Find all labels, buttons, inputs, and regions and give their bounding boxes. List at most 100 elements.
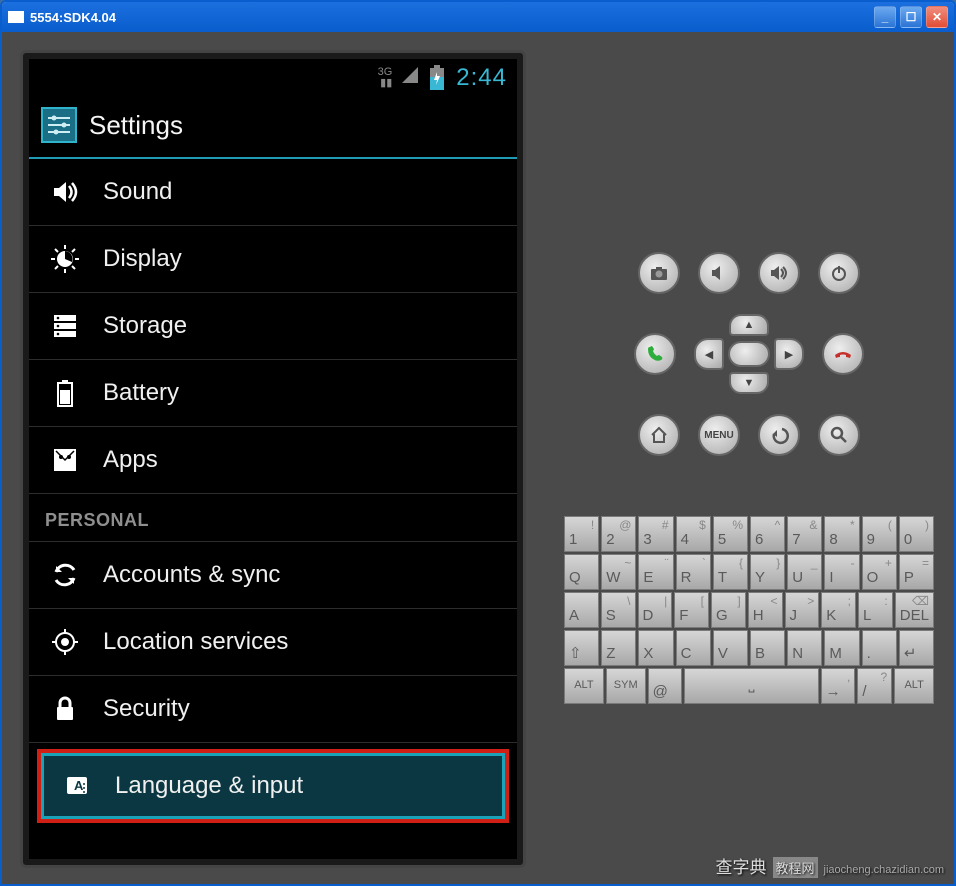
key-v[interactable]: V: [713, 630, 748, 666]
key-x[interactable]: X: [638, 630, 673, 666]
key-g[interactable]: G]: [711, 592, 746, 628]
menu-button[interactable]: MENU: [698, 414, 740, 456]
search-button[interactable]: [818, 414, 860, 456]
volume-down-button[interactable]: [698, 252, 740, 294]
key-3[interactable]: 3#: [638, 516, 673, 552]
settings-item-language[interactable]: A Language & input: [37, 749, 509, 823]
svg-text:A: A: [74, 778, 84, 793]
key-.[interactable]: .: [862, 630, 897, 666]
key-o[interactable]: O+: [862, 554, 897, 590]
section-personal: PERSONAL: [29, 494, 517, 542]
storage-icon: [45, 311, 85, 341]
settings-item-storage[interactable]: Storage: [29, 293, 517, 360]
settings-item-security[interactable]: Security: [29, 676, 517, 743]
key-h[interactable]: H<: [748, 592, 783, 628]
key-↵[interactable]: ↵: [899, 630, 934, 666]
signal-icon: [400, 65, 420, 91]
key-⇧[interactable]: ⇧: [564, 630, 599, 666]
volume-up-button[interactable]: [758, 252, 800, 294]
item-label: Location services: [103, 628, 288, 656]
key-5[interactable]: 5%: [713, 516, 748, 552]
key-e[interactable]: E¨: [638, 554, 673, 590]
key-p[interactable]: P=: [899, 554, 934, 590]
key-b[interactable]: B: [750, 630, 785, 666]
minimize-button[interactable]: _: [874, 6, 896, 28]
settings-item-sound[interactable]: Sound: [29, 159, 517, 226]
back-button[interactable]: [758, 414, 800, 456]
key-n[interactable]: N: [787, 630, 822, 666]
maximize-button[interactable]: ☐: [900, 6, 922, 28]
key-r[interactable]: R`: [676, 554, 711, 590]
home-button[interactable]: [638, 414, 680, 456]
camera-button[interactable]: [638, 252, 680, 294]
key-8[interactable]: 8*: [824, 516, 859, 552]
item-label: Storage: [103, 312, 187, 340]
sound-icon: [45, 177, 85, 207]
key-4[interactable]: 4$: [676, 516, 711, 552]
key-arrow[interactable]: →,: [821, 668, 856, 704]
item-label: Language & input: [115, 772, 303, 800]
close-button[interactable]: ✕: [926, 6, 948, 28]
settings-item-accounts[interactable]: Accounts & sync: [29, 542, 517, 609]
key-q[interactable]: Q: [564, 554, 599, 590]
key-c[interactable]: C: [676, 630, 711, 666]
key-alt-left[interactable]: ALT: [564, 668, 604, 704]
item-label: Battery: [103, 379, 179, 407]
key-6[interactable]: 6^: [750, 516, 785, 552]
watermark: 查字典 教程网 jiaocheng.chazidian.com: [716, 853, 944, 878]
power-button[interactable]: [818, 252, 860, 294]
key-k[interactable]: K;: [821, 592, 856, 628]
emulator-window: 5554:SDK4.04 _ ☐ ✕ 3G▮▮ 2:44: [0, 0, 956, 886]
settings-item-display[interactable]: Display: [29, 226, 517, 293]
android-statusbar[interactable]: 3G▮▮ 2:44: [29, 59, 517, 97]
settings-item-location[interactable]: Location services: [29, 609, 517, 676]
key-slash[interactable]: /?: [857, 668, 892, 704]
key-sym[interactable]: SYM: [606, 668, 646, 704]
key-7[interactable]: 7&: [787, 516, 822, 552]
dpad-center[interactable]: [728, 341, 770, 367]
key-alt-right[interactable]: ALT: [894, 668, 934, 704]
device-screen[interactable]: 3G▮▮ 2:44 Settings: [29, 59, 517, 859]
key-j[interactable]: J>: [785, 592, 820, 628]
item-label: Display: [103, 245, 182, 273]
key-i[interactable]: I-: [824, 554, 859, 590]
key-m[interactable]: M: [824, 630, 859, 666]
key-t[interactable]: T{: [713, 554, 748, 590]
key-9[interactable]: 9(: [862, 516, 897, 552]
dpad-right[interactable]: ▶: [774, 338, 804, 370]
battery-item-icon: [45, 378, 85, 408]
key-del[interactable]: DEL⌫: [895, 592, 934, 628]
language-icon: A: [57, 771, 97, 801]
display-icon: [45, 244, 85, 274]
item-label: Accounts & sync: [103, 561, 280, 589]
window-titlebar[interactable]: 5554:SDK4.04 _ ☐ ✕: [2, 2, 954, 32]
lock-icon: [45, 694, 85, 724]
key-2[interactable]: 2@: [601, 516, 636, 552]
hardware-keyboard: 1!2@3#4$5%6^7&8*9(0) QW~E¨R`T{Y}U_I-O+P=…: [564, 516, 934, 704]
hardware-controls: ▲ ▼ ◀ ▶ MENU: [634, 252, 864, 456]
settings-list[interactable]: Sound Display Storage Battery: [29, 159, 517, 859]
settings-item-battery[interactable]: Battery: [29, 360, 517, 427]
key-u[interactable]: U_: [787, 554, 822, 590]
key-a[interactable]: A: [564, 592, 599, 628]
key-y[interactable]: Y}: [750, 554, 785, 590]
key-w[interactable]: W~: [601, 554, 636, 590]
page-title: Settings: [89, 110, 183, 141]
key-at[interactable]: @: [648, 668, 683, 704]
key-0[interactable]: 0): [899, 516, 934, 552]
window-title: 5554:SDK4.04: [30, 10, 116, 25]
dpad-down[interactable]: ▼: [729, 372, 769, 394]
dpad-left[interactable]: ◀: [694, 338, 724, 370]
key-space[interactable]: ⎵: [684, 668, 818, 704]
key-l[interactable]: L:: [858, 592, 893, 628]
call-button[interactable]: [634, 333, 676, 375]
key-d[interactable]: D|: [638, 592, 673, 628]
dpad: ▲ ▼ ◀ ▶: [694, 314, 804, 394]
dpad-up[interactable]: ▲: [729, 314, 769, 336]
key-s[interactable]: S\: [601, 592, 636, 628]
key-1[interactable]: 1!: [564, 516, 599, 552]
key-f[interactable]: F[: [674, 592, 709, 628]
key-z[interactable]: Z: [601, 630, 636, 666]
settings-item-apps[interactable]: Apps: [29, 427, 517, 494]
end-call-button[interactable]: [822, 333, 864, 375]
